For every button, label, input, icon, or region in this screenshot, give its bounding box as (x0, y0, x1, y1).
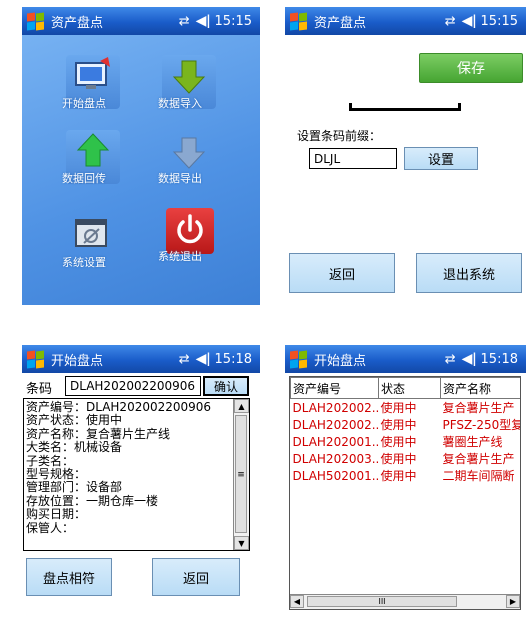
table-cell: 薯圈生产线 (442, 435, 503, 449)
table-row[interactable]: DLAH202002... 使用中 复合薯片生产 (291, 399, 521, 417)
prefix-input[interactable]: DLJL (309, 148, 397, 169)
window-title: 资产盘点 (51, 15, 104, 31)
exit-system-button[interactable]: 退出系统 (416, 253, 522, 293)
windows-logo-icon[interactable] (26, 11, 46, 31)
list-screen: 开始盘点 ⇄ ◀ǀ 15:18 资产编号 状态 资产名称 DLAH202002...… (285, 345, 526, 615)
tile-label: 开始盘点 (62, 97, 106, 110)
horizontal-scrollbar[interactable]: ◀ III ▶ (290, 594, 520, 609)
sync-icon: ⇄ (178, 351, 190, 367)
table-cell: 复合薯片生产 (442, 401, 515, 415)
back-button[interactable]: 返回 (289, 253, 395, 293)
scroll-up-icon[interactable]: ▲ (234, 399, 249, 413)
set-prefix-button[interactable]: 设置 (404, 147, 478, 170)
table-cell: DLAH202002... (292, 400, 379, 415)
sync-icon: ⇄ (444, 351, 456, 367)
back-button[interactable]: 返回 (152, 558, 240, 596)
tile-system-exit[interactable]: 系统退出 (158, 208, 232, 264)
menu-screen: 资产盘点 ⇄ ◀ǀ15:15 开始盘点 数据导入 数据回传 数据导出 系统设置 (22, 7, 260, 305)
sync-icon: ⇄ (444, 13, 456, 29)
table-cell: PFSZ-250型复 (442, 418, 521, 432)
barcode-input[interactable]: DLAH202002200906 (65, 376, 201, 396)
confirm-button[interactable]: 确认 (203, 376, 249, 396)
table-row[interactable]: DLAH202001... 使用中 薯圈生产线 (291, 433, 521, 450)
scan-screen: 开始盘点 ⇄ ◀ǀ 15:18 条码 DLAH202002200906 确认 资产编… (22, 345, 260, 607)
asset-list[interactable]: 资产编号 状态 资产名称 DLAH202002... 使用中 复合薯片生产 DLAH2… (289, 376, 521, 610)
table-row[interactable]: DLAH502001... 使用中 二期车间隔断 (291, 467, 521, 484)
table-cell: 复合薯片生产 (442, 452, 515, 466)
sync-icon: ⇄ (178, 13, 190, 29)
settings-screen: 资产盘点 ⇄ ◀ǀ 15:15 保存 设置条码前缀： DLJL 设置 返回 退出系统 (285, 7, 526, 305)
tile-data-upload[interactable]: 数据回传 (62, 130, 136, 186)
table-cell: DLAH202001... (292, 434, 379, 449)
title-bar: 资产盘点 ⇄ ◀ǀ 15:15 (22, 7, 260, 35)
tile-system-settings[interactable]: 系统设置 (62, 214, 136, 270)
window-title: 开始盘点 (314, 353, 367, 369)
detail-line: 资产状态：使用中 (26, 413, 123, 428)
detail-box[interactable]: 资产编号：DLAH202002200906 资产状态：使用中 资产名称：复合薯片生产… (23, 398, 250, 551)
clock: 15:18 (214, 351, 252, 367)
detail-line: 管理部门：设备部 (26, 480, 123, 495)
tile-label: 系统设置 (62, 256, 106, 269)
barcode-label: 条码 (26, 382, 53, 397)
scroll-down-icon[interactable]: ▼ (234, 536, 249, 550)
table-cell: 使用中 (380, 452, 417, 466)
table-cell: 使用中 (380, 469, 417, 483)
detail-line: 大类名：机械设备 (26, 440, 123, 455)
tile-start-inventory[interactable]: 开始盘点 (62, 55, 136, 111)
scroll-thumb[interactable]: ≡ (235, 415, 247, 533)
scroll-thumb[interactable]: III (307, 596, 457, 607)
table-cell: 使用中 (380, 401, 417, 415)
title-bar: 开始盘点 ⇄ ◀ǀ 15:18 (285, 345, 526, 373)
volume-icon[interactable]: ◀ǀ (462, 13, 477, 29)
table-row[interactable]: DLAH202002... 使用中 PFSZ-250型复 (291, 416, 521, 433)
save-button[interactable]: 保存 (419, 53, 523, 83)
table-cell: 使用中 (380, 435, 417, 449)
scroll-right-icon[interactable]: ▶ (506, 595, 520, 608)
column-header-asset-id[interactable]: 资产编号 (290, 377, 379, 399)
tile-data-import[interactable]: 数据导入 (158, 55, 232, 111)
detail-line: 购买日期： (26, 507, 87, 522)
volume-icon[interactable]: ◀ǀ (462, 351, 477, 367)
detail-line: 保管人： (26, 520, 75, 535)
clock: 15:18 (480, 351, 518, 367)
detail-text: 资产编号：DLAH202002200906 资产状态：使用中 资产名称：复合薯片生产… (26, 400, 211, 535)
tile-label: 数据导入 (158, 97, 202, 110)
table-cell: DLAH202002... (292, 417, 379, 432)
clock: 15:15 (214, 13, 252, 29)
window-title: 开始盘点 (51, 353, 104, 369)
column-header-asset-name[interactable]: 资产名称 (440, 377, 520, 399)
table-cell: DLAH202003... (292, 451, 379, 466)
volume-icon[interactable]: ◀ǀ (196, 351, 211, 367)
inventory-match-button[interactable]: 盘点相符 (26, 558, 112, 596)
tile-label: 数据回传 (62, 172, 106, 185)
windows-logo-icon[interactable] (26, 349, 46, 369)
tile-label: 系统退出 (158, 250, 202, 263)
title-bar: 资产盘点 ⇄ ◀ǀ 15:15 (285, 7, 526, 35)
clock: 15:15 (480, 13, 518, 29)
table-cell: 使用中 (380, 418, 417, 432)
title-bar: 开始盘点 ⇄ ◀ǀ 15:18 (22, 345, 260, 373)
volume-icon[interactable]: ◀ǀ (196, 13, 211, 29)
tile-label: 数据导出 (158, 172, 202, 185)
prefix-label: 设置条码前缀： (297, 129, 382, 143)
table-row[interactable]: DLAH202003... 使用中 复合薯片生产 (291, 450, 521, 467)
windows-logo-icon[interactable] (289, 11, 309, 31)
vertical-scrollbar[interactable]: ▲ ≡ ▼ (233, 399, 249, 550)
group-frame-bottom (349, 103, 461, 111)
window-title: 资产盘点 (314, 15, 367, 31)
tile-data-export[interactable]: 数据导出 (158, 130, 232, 186)
column-header-status[interactable]: 状态 (378, 377, 441, 399)
table-cell: 二期车间隔断 (442, 469, 515, 483)
windows-logo-icon[interactable] (289, 349, 309, 369)
scroll-left-icon[interactable]: ◀ (290, 595, 304, 608)
table-cell: DLAH502001... (292, 468, 379, 483)
